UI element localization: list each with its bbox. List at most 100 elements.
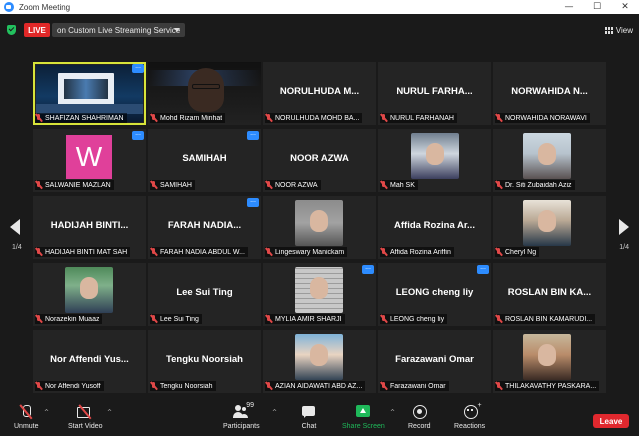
title-bar: Zoom Meeting — ☐ ✕: [0, 0, 639, 14]
participant-name-label: Lingeswary Manickam: [265, 247, 348, 257]
audio-options-caret-icon[interactable]: ^: [44, 409, 49, 416]
microphone-muted-icon: [265, 248, 273, 256]
participant-tile[interactable]: NORWAHIDA N... NORWAHIDA NORAWAVI: [493, 62, 606, 125]
participant-tile[interactable]: Lee Sui Ting Lee Sui Ting: [148, 263, 261, 326]
microphone-muted-icon: [380, 181, 388, 189]
participant-display-name: NOOR AZWA: [290, 153, 349, 164]
participant-display-name: FARAH NADIA...: [167, 220, 242, 231]
more-options-icon[interactable]: ...: [132, 130, 144, 140]
more-options-icon[interactable]: ...: [247, 130, 259, 140]
reactions-icon: +: [461, 402, 482, 420]
participant-display-name: HADIJAH BINTI...: [50, 220, 129, 231]
minimize-button[interactable]: —: [555, 0, 583, 14]
participant-tile[interactable]: NURUL FARHA... NURUL FARHANAH: [378, 62, 491, 125]
participant-tile[interactable]: Tengku Noorsiah Tengku Noorsiah: [148, 330, 261, 393]
live-service-dropdown[interactable]: on Custom Live Streaming Service: [52, 23, 185, 37]
participants-button[interactable]: 99 Participants: [223, 402, 260, 430]
unmute-button[interactable]: Unmute: [14, 404, 39, 430]
meeting-top-bar: LIVE on Custom Live Streaming Service Vi…: [0, 14, 639, 44]
participant-tile[interactable]: W... SALWANIE MAZLAN: [33, 129, 146, 192]
participant-tile[interactable]: HADIJAH BINTI... HADIJAH BINTI MAT SAH: [33, 196, 146, 259]
more-options-icon[interactable]: ...: [362, 264, 374, 274]
participants-count: 99: [246, 402, 255, 409]
close-button[interactable]: ✕: [611, 0, 639, 14]
participant-face: [310, 210, 328, 232]
participant-tile[interactable]: ... SHAFIZAN SHAHRIMAN: [33, 62, 146, 125]
participant-tile[interactable]: Mah SK: [378, 129, 491, 192]
participant-name: Lee Sui Ting: [160, 315, 199, 323]
share-screen-button[interactable]: Share Screen: [342, 404, 385, 430]
participant-tile[interactable]: FARAH NADIA...... FARAH NADIA ABDUL W...: [148, 196, 261, 259]
next-page-arrow-icon[interactable]: [617, 216, 631, 238]
participant-name: AZIAN AIDAWATI ABD AZ...: [275, 382, 363, 390]
participant-tile[interactable]: ... MYLIA AMIR SHARJI: [263, 263, 376, 326]
live-service-label: on Custom Live Streaming Service: [57, 25, 181, 35]
participant-tile[interactable]: ROSLAN BIN KA... ROSLAN BIN KAMARUDI...: [493, 263, 606, 326]
participant-name: SAMIHAH: [160, 181, 192, 189]
unmute-label: Unmute: [14, 423, 39, 430]
participant-name: LEONG cheng liy: [390, 315, 445, 323]
participant-tile[interactable]: NORULHUDA M... NORULHUDA MOHD BA...: [263, 62, 376, 125]
participant-tile[interactable]: LEONG cheng liy... LEONG cheng liy: [378, 263, 491, 326]
start-video-button[interactable]: Start Video: [68, 404, 103, 430]
participant-name: FARAH NADIA ABDUL W...: [160, 248, 245, 256]
participant-name-label: AZIAN AIDAWATI ABD AZ...: [265, 381, 366, 391]
participant-face: [426, 143, 444, 165]
more-options-icon[interactable]: ...: [247, 197, 259, 207]
chat-label: Chat: [301, 423, 317, 430]
participant-tile[interactable]: THILAKAVATHY PASKARA...: [493, 330, 606, 393]
participant-name: Farazawani Omar: [390, 382, 446, 390]
participant-display-name: NURUL FARHA...: [396, 86, 473, 97]
shield-icon[interactable]: [7, 25, 16, 35]
gallery-view: ... SHAFIZAN SHAHRIMAN Mohd Rizam Minhat NO…: [33, 62, 606, 393]
participant-tile[interactable]: Dr. Siti Zubaidah Aziz: [493, 129, 606, 192]
video-options-caret-icon[interactable]: ^: [107, 409, 112, 416]
participant-tile[interactable]: Affida Rozina Ar... Affida Rozina Ariffin: [378, 196, 491, 259]
view-button[interactable]: View: [604, 23, 633, 37]
participant-tile[interactable]: Farazawani Omar Farazawani Omar: [378, 330, 491, 393]
record-button[interactable]: Record: [408, 404, 431, 430]
participant-tile[interactable]: Norazekin Muaaz: [33, 263, 146, 326]
microphone-muted-icon: [35, 248, 43, 256]
participant-video: [411, 133, 459, 179]
participant-tile[interactable]: Lingeswary Manickam: [263, 196, 376, 259]
participant-video: [65, 267, 113, 313]
participant-name: NORWAHIDA NORAWAVI: [505, 114, 587, 122]
participant-video: [523, 200, 571, 246]
share-screen-label: Share Screen: [342, 423, 385, 430]
participant-tile[interactable]: Mohd Rizam Minhat: [148, 62, 261, 125]
participant-name: SHAFIZAN SHAHRIMAN: [45, 114, 124, 122]
share-screen-icon: [354, 404, 372, 420]
chevron-down-icon: [174, 28, 180, 32]
participant-tile[interactable]: Nor Affendi Yus... Nor Affendi Yusoff: [33, 330, 146, 393]
participant-name-label: MYLIA AMIR SHARJI: [265, 314, 345, 324]
participant-video: [523, 133, 571, 179]
participant-name: Cheryl Ng: [505, 248, 537, 256]
participant-name: ROSLAN BIN KAMARUDI...: [505, 315, 593, 323]
share-options-caret-icon[interactable]: ^: [390, 409, 395, 416]
participant-name-label: ROSLAN BIN KAMARUDI...: [495, 314, 596, 324]
participant-display-name: ROSLAN BIN KA...: [507, 287, 592, 298]
window-controls: — ☐ ✕: [555, 0, 639, 14]
previous-page-arrow-icon[interactable]: [8, 216, 22, 238]
participant-tile[interactable]: SAMIHAH... SAMIHAH: [148, 129, 261, 192]
chat-button[interactable]: Chat: [300, 404, 318, 430]
participant-name-label: SHAFIZAN SHAHRIMAN: [35, 113, 127, 123]
reactions-button[interactable]: + Reactions: [454, 402, 485, 430]
participant-name: NOOR AZWA: [275, 181, 318, 189]
participant-name-label: SALWANIE MAZLAN: [35, 180, 114, 190]
more-options-icon[interactable]: ...: [132, 63, 144, 73]
participant-tile[interactable]: NOOR AZWA NOOR AZWA: [263, 129, 376, 192]
maximize-button[interactable]: ☐: [583, 0, 611, 14]
participant-display-name: Affida Rozina Ar...: [394, 220, 475, 231]
zoom-window: Zoom Meeting — ☐ ✕ LIVE on Custom Live S…: [0, 0, 639, 436]
participant-tile[interactable]: Cheryl Ng: [493, 196, 606, 259]
more-options-icon[interactable]: ...: [477, 264, 489, 274]
participants-options-caret-icon[interactable]: ^: [272, 409, 277, 416]
leave-button[interactable]: Leave: [593, 414, 629, 428]
participant-name: Lingeswary Manickam: [275, 248, 345, 256]
participant-name-label: Norazekin Muaaz: [35, 314, 103, 324]
participant-tile[interactable]: AZIAN AIDAWATI ABD AZ...: [263, 330, 376, 393]
participant-name-label: Mohd Rizam Minhat: [150, 113, 226, 123]
participant-name-label: SAMIHAH: [150, 180, 195, 190]
